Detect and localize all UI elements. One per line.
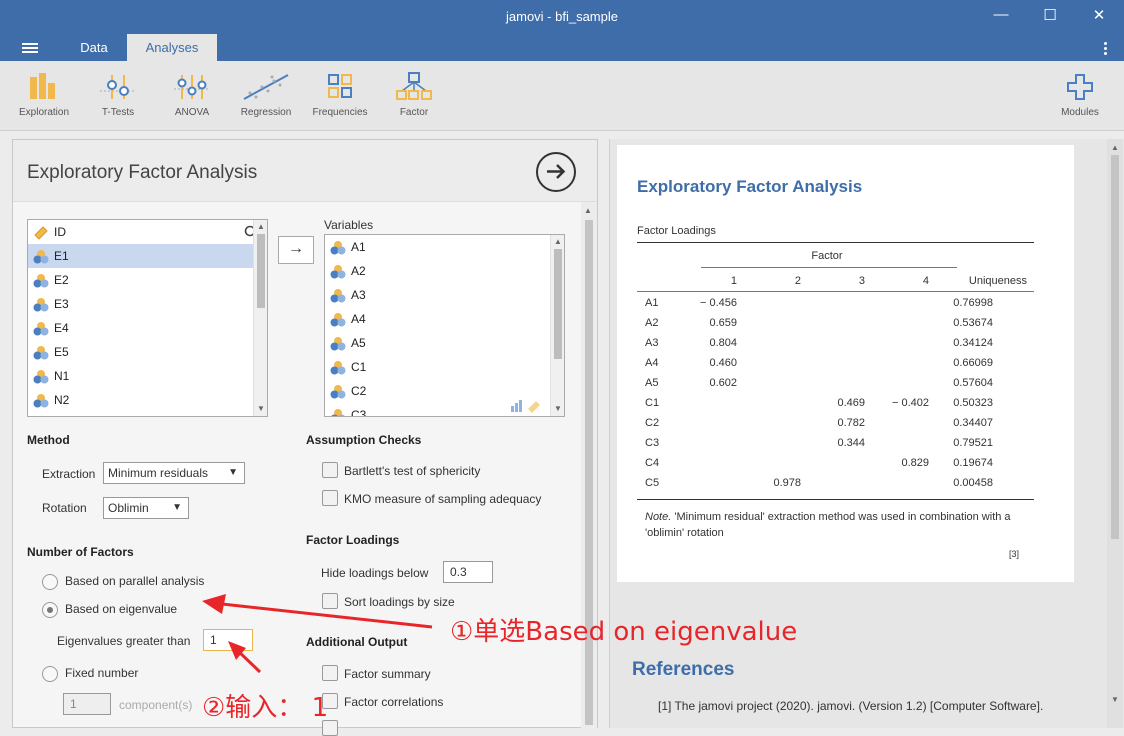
annotation-arrowhead-1 [202, 594, 226, 614]
annotation-step-1: ①单选Based on eigenvalue [450, 617, 798, 647]
annotation-arrow-1 [221, 602, 433, 629]
annotation-step-2: ②输入： 1 [202, 693, 329, 723]
